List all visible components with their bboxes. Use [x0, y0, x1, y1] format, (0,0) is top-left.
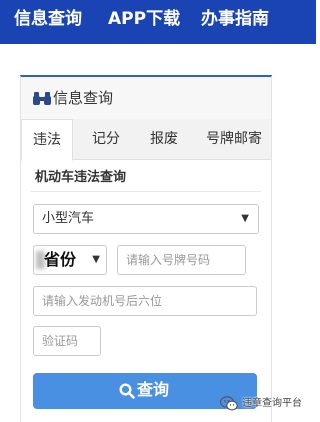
- captcha-input[interactable]: [33, 326, 101, 356]
- tab-points[interactable]: 记分: [81, 119, 131, 159]
- chevron-down-icon: ▼: [92, 254, 100, 265]
- binoculars-icon: [33, 92, 51, 105]
- section-title: 机动车违法查询: [35, 170, 127, 185]
- info-query-panel: 信息查询 违法 记分 报废 号牌邮寄 机动车违法查询 小型汽车 ▼ 省份 ▼ 查…: [20, 75, 272, 422]
- panel-header: 信息查询: [21, 77, 271, 119]
- query-tabs: 违法 记分 报废 号牌邮寄: [21, 119, 271, 161]
- nav-item-service-guide[interactable]: 办事指南: [201, 9, 269, 29]
- watermark-text: 违章查询平台: [242, 398, 302, 409]
- panel-title: 信息查询: [53, 89, 114, 107]
- plate-number-input[interactable]: [117, 245, 246, 275]
- query-button-label: 查询: [137, 382, 170, 399]
- province-value: 省份: [44, 250, 77, 269]
- tab-scrap[interactable]: 报废: [139, 119, 189, 159]
- wechat-icon: [220, 396, 238, 411]
- top-nav: 信息查询 APP下载 办事指南: [0, 0, 316, 44]
- nav-item-app-download[interactable]: APP下载: [108, 9, 180, 29]
- tab-violation[interactable]: 违法: [21, 119, 73, 161]
- chevron-down-icon: ▼: [241, 213, 249, 224]
- vehicle-type-value: 小型汽车: [42, 211, 95, 226]
- divider: [31, 191, 261, 192]
- nav-item-info-query[interactable]: 信息查询: [14, 9, 82, 29]
- search-icon: [119, 383, 135, 399]
- tab-plate-mailing[interactable]: 号牌邮寄: [197, 119, 271, 159]
- province-select[interactable]: 省份 ▼: [33, 245, 107, 275]
- vehicle-type-select[interactable]: 小型汽车 ▼: [33, 204, 259, 234]
- engine-number-input[interactable]: [33, 286, 257, 316]
